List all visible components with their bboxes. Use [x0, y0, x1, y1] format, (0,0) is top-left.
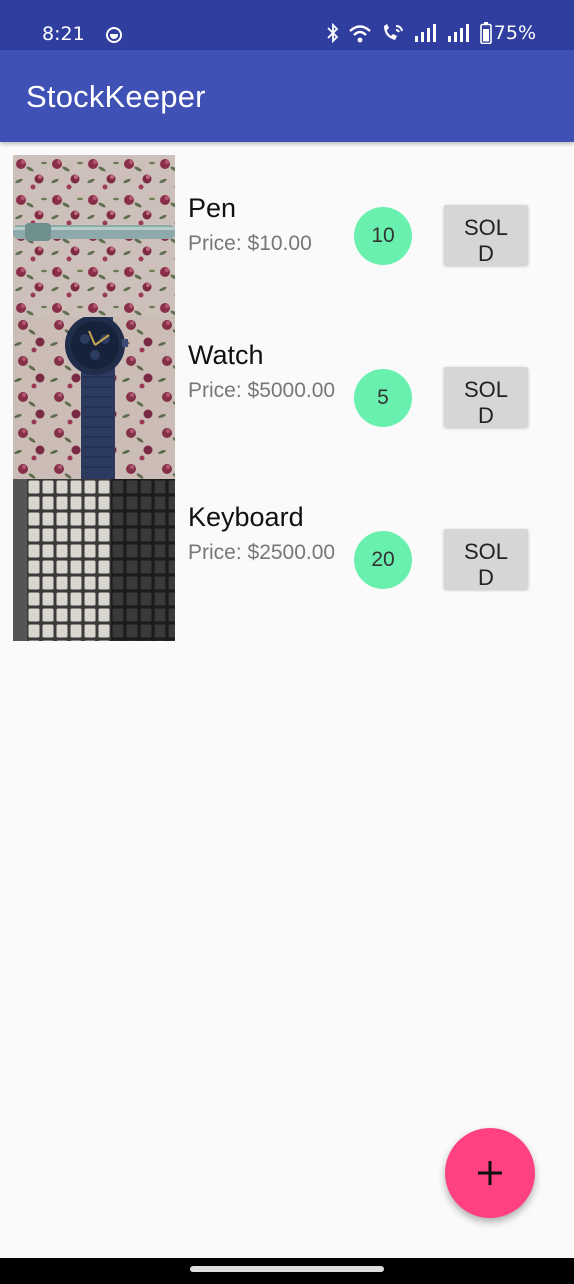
sold-button-label: SOLD [463, 539, 509, 589]
pen-photo [13, 155, 175, 317]
list-item[interactable]: Pen Price: $10.00 10 SOLD [0, 155, 574, 317]
sold-button[interactable]: SOLD [444, 205, 528, 265]
quantity-badge: 10 [354, 207, 412, 265]
item-price: Price: $5000.00 [188, 379, 336, 402]
wifi-icon [348, 25, 371, 43]
home-gesture-handle[interactable] [190, 1266, 384, 1272]
item-price: Price: $10.00 [188, 232, 312, 255]
sold-button[interactable]: SOLD [444, 367, 528, 427]
bluetooth-icon [327, 23, 339, 43]
battery-icon [479, 22, 492, 44]
status-time: 8:21 [42, 23, 85, 45]
list-item[interactable]: Watch Price: $5000.00 5 SOLD [0, 317, 574, 479]
item-name: Pen [188, 193, 237, 223]
keyboard-photo [13, 479, 175, 641]
list-item[interactable]: Keyboard Price: $2500.00 20 SOLD [0, 479, 574, 641]
wifi-calling-icon [383, 24, 403, 40]
navigation-bar [0, 1258, 574, 1284]
sold-button[interactable]: SOLD [444, 529, 528, 589]
item-name: Watch [188, 340, 264, 370]
notification-app-icon [106, 27, 122, 43]
sold-button-label: SOLD [463, 215, 509, 265]
watch-photo [13, 317, 175, 479]
signal-icon [414, 24, 436, 42]
signal-icon [447, 24, 469, 42]
battery-percentage: 75% [493, 22, 536, 44]
add-item-button[interactable] [445, 1128, 535, 1218]
app-title: StockKeeper [26, 79, 206, 114]
item-list: Pen Price: $10.00 10 SOLD Watch Price: $… [0, 155, 574, 641]
quantity-badge: 5 [354, 369, 412, 427]
app-bar: StockKeeper [0, 50, 574, 142]
plus-icon [478, 1161, 502, 1185]
item-price: Price: $2500.00 [188, 541, 336, 564]
item-name: Keyboard [188, 502, 304, 532]
status-bar: 8:21 75% [0, 0, 574, 50]
sold-button-label: SOLD [463, 377, 509, 427]
status-icons: 75% [327, 22, 536, 44]
quantity-badge: 20 [354, 531, 412, 589]
